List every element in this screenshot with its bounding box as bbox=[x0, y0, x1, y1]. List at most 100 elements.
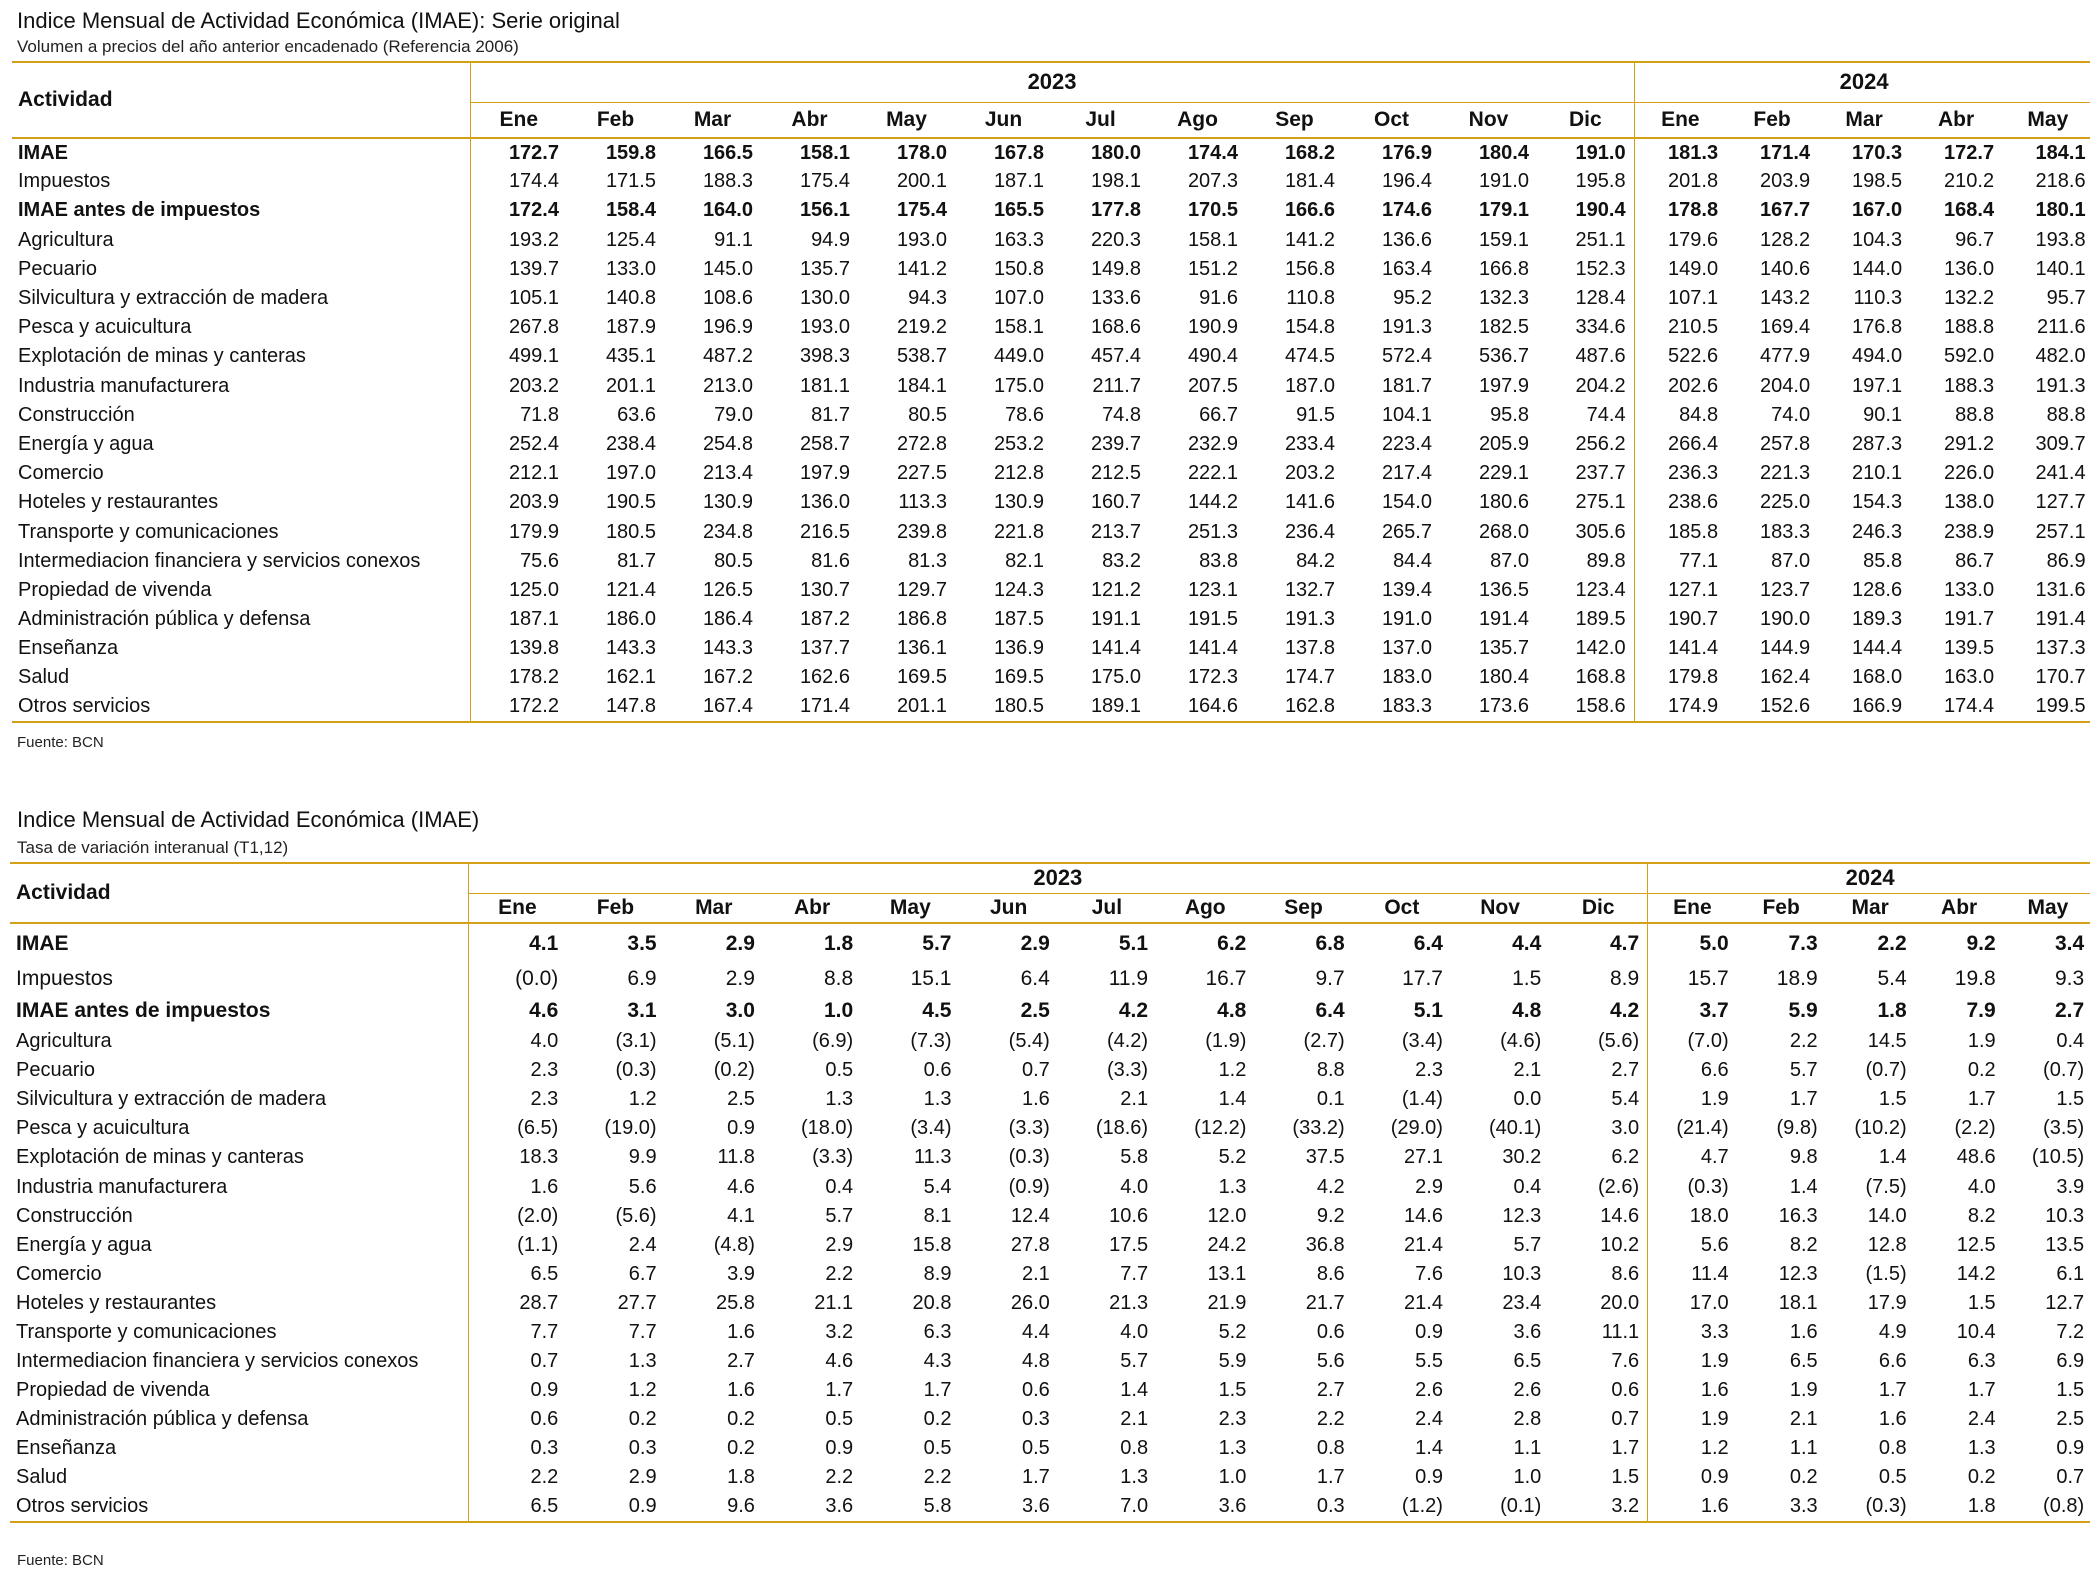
cell-value: 2.7 bbox=[1611, 1059, 1640, 1082]
cell-value: 1.7 bbox=[825, 1379, 854, 1402]
cell-value: 12.0 bbox=[1207, 1204, 1247, 1227]
table-row: Agricultura 4.0 (3.1) (5.1) (6.9) (7.3) (5.4) (… bbox=[10, 1027, 2090, 1057]
cell-value: 1.6 bbox=[1878, 1408, 1907, 1431]
cell-value: 2.2 bbox=[825, 1466, 854, 1489]
cell-value: 3.6 bbox=[1513, 1320, 1542, 1343]
cell-value: 13.5 bbox=[2003, 1230, 2090, 1260]
cell-value: 202.6 bbox=[1633, 371, 1727, 401]
cell-value: 83.2 bbox=[1102, 549, 1141, 572]
cell-value: 1.0 bbox=[1218, 1466, 1247, 1489]
cell-value: 1.8 bbox=[1914, 1492, 2004, 1523]
cell-value: (10.2) bbox=[1854, 1117, 1907, 1140]
cell-value: 238.9 bbox=[1944, 520, 1995, 543]
cell-value: 266.4 bbox=[1633, 429, 1727, 460]
cell-value: 86.9 bbox=[2002, 546, 2090, 576]
cell-value: 91.5 bbox=[1296, 403, 1335, 426]
cell-value: 14.5 bbox=[1867, 1030, 1907, 1053]
cell-value: 6.5 bbox=[467, 1492, 567, 1523]
cell-value: 190.4 bbox=[1575, 199, 1626, 222]
cell-value: 0.2 bbox=[1967, 1059, 1996, 1082]
cell-value: 172.2 bbox=[469, 692, 567, 723]
cell-value: 90.1 bbox=[1863, 403, 1903, 426]
cell-value: 10.3 bbox=[1502, 1262, 1542, 1285]
row-label: Silvicultura y extracción de madera bbox=[18, 287, 329, 310]
cell-value: 187.1 bbox=[469, 605, 567, 635]
cell-value: 142.0 bbox=[1575, 637, 1626, 660]
cell-value: 178.8 bbox=[1633, 196, 1727, 226]
cell-value: 127.1 bbox=[1633, 575, 1727, 605]
cell-value: 18.0 bbox=[1647, 1201, 1737, 1231]
cell-value: 1.4 bbox=[1789, 1175, 1818, 1198]
cell-value: 220.3 bbox=[1090, 228, 1141, 251]
cell-value: 104.1 bbox=[1381, 403, 1432, 426]
cell-value: 95.7 bbox=[2002, 283, 2090, 314]
cell-value: 196.9 bbox=[702, 316, 753, 339]
cell-value: (6.5) bbox=[467, 1114, 567, 1144]
cell-value: 172.4 bbox=[469, 196, 567, 226]
cell-value: 180.1 bbox=[2002, 196, 2090, 226]
cell-value: 139.8 bbox=[469, 634, 567, 664]
cell-value: 11.8 bbox=[717, 1146, 755, 1169]
cell-value: 17.9 bbox=[1867, 1291, 1907, 1314]
table-row: Industria manufacturera 1.6 5.6 4.6 0.4 5.4 (0… bbox=[10, 1172, 2090, 1202]
table1-year-2023: 2023 bbox=[469, 61, 1635, 103]
cell-value: 2.3 bbox=[1218, 1408, 1247, 1431]
cell-value: 268.0 bbox=[1478, 520, 1529, 543]
cell-value: 9.7 bbox=[1315, 967, 1345, 990]
cell-value: 14.6 bbox=[1404, 1204, 1443, 1227]
cell-value: 139.4 bbox=[1381, 578, 1432, 601]
cell-value: 1.8 bbox=[1877, 999, 1907, 1022]
cell-value: 80.5 bbox=[714, 549, 753, 572]
cell-value: 141.4 bbox=[1187, 637, 1238, 660]
cell-value: 5.2 bbox=[1218, 1146, 1247, 1169]
table-row: Transporte y comunicaciones 7.7 7.7 1.6 3.2 6… bbox=[10, 1317, 2090, 1348]
cell-value: 1.3 bbox=[1218, 1175, 1247, 1198]
cell-value: 184.1 bbox=[896, 374, 947, 397]
cell-value: 121.4 bbox=[605, 578, 656, 601]
cell-value: 81.7 bbox=[617, 549, 656, 572]
cell-value: 207.5 bbox=[1187, 374, 1238, 397]
cell-value: 162.8 bbox=[1246, 692, 1343, 723]
cell-value: 154.3 bbox=[1852, 491, 1903, 514]
table2-month-2023-sep: Sep bbox=[1254, 893, 1353, 924]
cell-value: 1.3 bbox=[923, 1088, 952, 1111]
table-row: Energía y agua (1.1) 2.4 (4.8) 2.9 15.8 27.8 17… bbox=[10, 1230, 2090, 1260]
cell-value: 5.7 bbox=[922, 931, 952, 955]
row-label: IMAE bbox=[18, 141, 68, 164]
cell-value: 139.5 bbox=[1944, 637, 1995, 660]
row-label: Intermediacion financiera y servicios co… bbox=[16, 1350, 419, 1373]
table2-title: Indice Mensual de Actividad Económica (I… bbox=[17, 807, 480, 832]
cell-value: 21.4 bbox=[1404, 1233, 1443, 1256]
cell-value: 179.1 bbox=[1478, 199, 1529, 222]
cell-value: 2.9 bbox=[725, 931, 755, 955]
cell-value: 193.0 bbox=[896, 228, 947, 251]
cell-value: 499.1 bbox=[469, 342, 567, 372]
cell-value: 238.4 bbox=[605, 432, 656, 455]
cell-value: 191.5 bbox=[1187, 608, 1238, 631]
cell-value: 88.8 bbox=[1955, 403, 1995, 426]
cell-value: 108.6 bbox=[702, 287, 753, 310]
table-row: Construcción (2.0) (5.6) 4.1 5.7 8.1 12.4 10.6 1… bbox=[10, 1201, 2090, 1231]
cell-value: 236.3 bbox=[1633, 459, 1727, 489]
row-label: Industria manufacturera bbox=[18, 374, 230, 397]
cell-value: 139.7 bbox=[469, 254, 567, 284]
cell-value: 4.0 bbox=[1120, 1175, 1149, 1198]
cell-value: 193.2 bbox=[469, 225, 567, 255]
cell-value: 0.5 bbox=[825, 1408, 854, 1431]
cell-value: 84.2 bbox=[1296, 549, 1335, 572]
cell-value: 18.9 bbox=[1776, 967, 1818, 990]
cell-value: 7.7 bbox=[1120, 1262, 1149, 1285]
table-row: Intermediacion financiera y servicios co… bbox=[12, 546, 2090, 576]
cell-value: 1.5 bbox=[1611, 1466, 1640, 1489]
cell-value: 167.7 bbox=[1760, 199, 1811, 222]
cell-value: 107.0 bbox=[993, 287, 1044, 310]
cell-value: 0.9 bbox=[467, 1376, 567, 1406]
cell-value: 1.3 bbox=[1120, 1466, 1149, 1489]
cell-value: 180.5 bbox=[605, 520, 656, 543]
table2-month-2024-ene: Ene bbox=[1647, 893, 1737, 924]
row-label: Agricultura bbox=[16, 1030, 112, 1053]
cell-value: 144.4 bbox=[1852, 637, 1903, 660]
cell-value: 3.9 bbox=[727, 1262, 755, 1285]
cell-value: 88.8 bbox=[2002, 400, 2090, 430]
cell-value: 158.6 bbox=[1537, 692, 1635, 723]
